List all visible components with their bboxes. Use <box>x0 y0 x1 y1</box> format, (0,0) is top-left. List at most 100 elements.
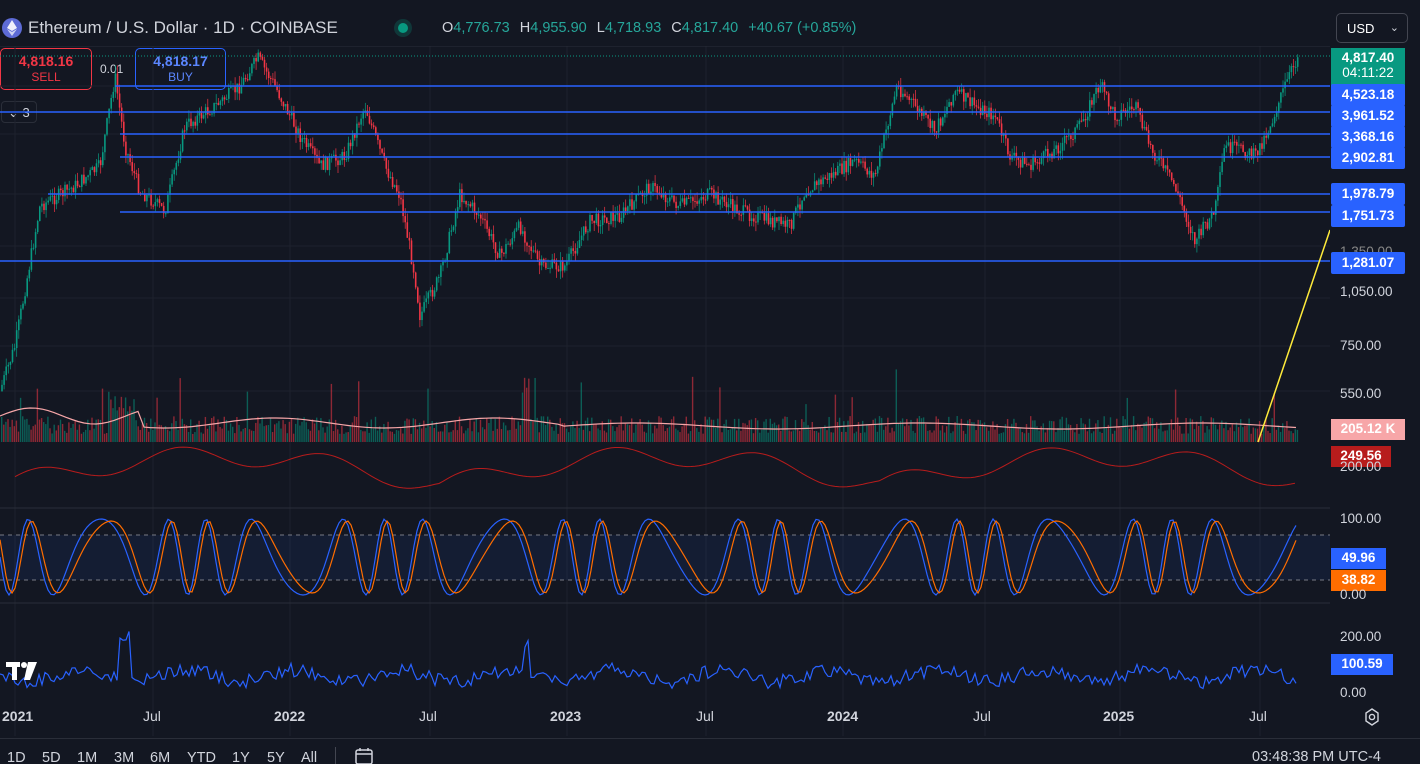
volume-bar <box>143 417 146 442</box>
volume-bar <box>1023 433 1026 442</box>
candle <box>41 203 43 207</box>
candle <box>633 201 635 210</box>
candle <box>946 106 948 114</box>
candle <box>1114 107 1116 121</box>
volume-bar <box>1027 432 1030 442</box>
volume-bar <box>521 392 524 442</box>
volume-bar <box>1147 416 1149 442</box>
volume-bar <box>557 433 559 442</box>
range-1y-button[interactable]: 1Y <box>232 750 250 764</box>
candle <box>750 218 753 221</box>
volume-bar <box>1130 425 1133 442</box>
range-1d-button[interactable]: 1D <box>7 750 26 764</box>
candle <box>822 177 824 185</box>
range-3m-button[interactable]: 3M <box>114 750 134 764</box>
candle <box>950 102 952 106</box>
time-tick: Jul <box>973 708 991 724</box>
range-5y-button[interactable]: 5Y <box>267 750 285 764</box>
candle <box>788 219 791 221</box>
candle <box>900 86 902 98</box>
trend-line[interactable] <box>1257 229 1330 443</box>
range-6m-button[interactable]: 6M <box>150 750 170 764</box>
tradingview-logo-icon[interactable] <box>4 658 44 684</box>
volume-bar <box>1097 420 1099 442</box>
horizontal-levels[interactable] <box>0 85 1330 262</box>
candle <box>832 171 835 178</box>
candle <box>1288 72 1291 80</box>
volume-bar <box>847 420 849 442</box>
volume-bar <box>752 433 755 442</box>
candle <box>318 157 320 164</box>
candle <box>440 265 442 277</box>
candle <box>288 114 291 116</box>
candle <box>839 163 841 166</box>
price-chart-canvas[interactable] <box>0 46 1330 736</box>
volume-bar <box>681 426 683 442</box>
volume-bar <box>1019 427 1021 442</box>
volume-bar <box>1078 433 1080 442</box>
candle <box>221 97 224 102</box>
candle <box>902 93 904 98</box>
candle <box>1026 163 1028 165</box>
candle <box>267 71 270 79</box>
range-5d-button[interactable]: 5D <box>42 750 61 764</box>
candlestick-series <box>1 49 1299 393</box>
candle <box>135 173 138 175</box>
candle <box>53 195 56 205</box>
candle <box>160 203 163 206</box>
volume-bar <box>763 421 765 442</box>
candle <box>578 240 581 248</box>
candle <box>1271 123 1274 127</box>
volume-bar <box>387 421 389 442</box>
range-all-button[interactable]: All <box>301 750 317 764</box>
candle <box>1047 148 1049 158</box>
candle <box>849 158 852 166</box>
candle <box>1145 126 1148 131</box>
volume-bar <box>1122 416 1124 442</box>
candle <box>1137 102 1139 108</box>
candle <box>501 248 503 253</box>
utc-clock[interactable]: 03:48:38 PM UTC-4 <box>1252 749 1381 764</box>
candle <box>895 85 898 97</box>
chart-settings-icon[interactable] <box>1362 707 1382 727</box>
candle <box>608 223 610 225</box>
range-1m-button[interactable]: 1M <box>77 750 97 764</box>
candle <box>211 113 213 115</box>
candle <box>574 250 577 254</box>
volume-bar <box>400 428 402 442</box>
range-ytd-button[interactable]: YTD <box>187 750 216 764</box>
volume-bar <box>276 423 278 442</box>
volume-bar <box>444 424 446 442</box>
candle <box>30 248 33 270</box>
volume-bar <box>765 419 767 442</box>
volume-bar <box>1126 397 1128 442</box>
calendar-go-to-icon[interactable] <box>353 745 375 764</box>
volume-bar <box>456 430 459 442</box>
volume-bar <box>200 432 202 442</box>
candle <box>582 226 585 236</box>
candle <box>1273 116 1276 124</box>
volume-bar <box>295 423 297 442</box>
candle <box>603 215 606 218</box>
candle <box>324 157 327 170</box>
volume-bar <box>1153 428 1156 442</box>
volume-bar <box>841 431 843 442</box>
volume-bar <box>740 430 742 442</box>
volume-bar <box>26 418 28 442</box>
candle <box>711 187 713 190</box>
ohlc-legend: O4,776.73 H4,955.90 L4,718.93 C4,817.40 … <box>436 20 856 36</box>
currency-select[interactable]: USD ⌄ <box>1336 13 1408 43</box>
candle <box>438 276 440 278</box>
volume-bar <box>181 418 183 442</box>
candle <box>860 161 862 163</box>
candle <box>1233 141 1236 143</box>
volume-bar <box>855 431 858 442</box>
candle <box>1013 152 1015 156</box>
candle <box>734 204 736 212</box>
volume-bar <box>1109 417 1112 442</box>
volume-bar <box>1193 429 1196 442</box>
volume-bar <box>542 416 545 442</box>
volume-bar <box>307 429 309 442</box>
candle <box>32 247 35 249</box>
symbol-title[interactable]: Ethereum / U.S. Dollar · 1D · COINBASE <box>28 18 338 38</box>
